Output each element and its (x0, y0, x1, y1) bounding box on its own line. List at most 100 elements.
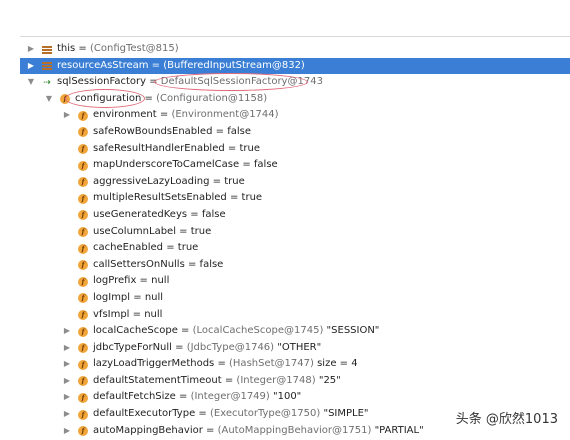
expand-arrow-icon[interactable]: ▶ (26, 58, 36, 75)
variable-value: (Integer@1749) (190, 391, 270, 403)
variable-value: null (144, 308, 163, 320)
variable-name: safeResultHandlerEnabled (93, 142, 225, 154)
equals-sign: = (163, 242, 178, 254)
variable-value: (ExecutorType@1750) (209, 408, 321, 420)
variable-name: vfsImpl (93, 308, 130, 320)
field-icon: f (78, 293, 88, 304)
tree-row[interactable]: ▶ f defaultStatementTimeout = (Integer@174… (20, 373, 570, 390)
expand-arrow-icon[interactable]: ▶ (62, 323, 72, 340)
field-icon: f (78, 260, 88, 271)
tree-row[interactable]: f mapUnderscoreToCamelCase = false (20, 157, 570, 174)
tree-row[interactable]: ▶ resourceAsStream = (BufferedInputStream… (20, 57, 570, 75)
watermark: 头条 @欣然1013 (455, 412, 558, 427)
variable-name: this (57, 43, 76, 54)
collapse-arrow-icon[interactable]: ▼ (26, 74, 36, 91)
expand-arrow-icon[interactable]: ▶ (62, 107, 72, 124)
variable-entry: this = (ConfigTest@815) (57, 41, 179, 58)
tree-row[interactable]: ▼ ⇢ sqlSessionFactory = DefaultSqlSessionF… (20, 74, 570, 91)
expand-arrow-icon[interactable]: ▶ (62, 356, 72, 373)
variable-entry: lazyLoadTriggerMethods = (HashSet@1747) … (93, 356, 358, 373)
equals-sign: = (195, 408, 210, 420)
variable-value: true (224, 175, 245, 187)
variable-name: multipleResultSetsEnabled (93, 192, 227, 204)
field-icon: f (78, 144, 88, 155)
tree-row[interactable]: f callSettersOnNulls = false (20, 257, 570, 274)
tree-row[interactable]: ▶ f lazyLoadTriggerMethods = (HashSet@1747… (20, 356, 570, 373)
expand-arrow-icon[interactable]: ▶ (62, 406, 72, 423)
expand-arrow-icon[interactable]: ▶ (62, 373, 72, 390)
variable-name: cacheEnabled (93, 242, 164, 254)
field-icon: f (78, 227, 88, 238)
variable-entry: autoMappingBehavior = (AutoMappingBehavi… (93, 423, 424, 440)
variable-entry: safeResultHandlerEnabled = true (93, 141, 260, 158)
stack-icon (42, 45, 52, 55)
variable-value: (JdbcType@1746) (186, 341, 275, 353)
tree-row[interactable]: f safeRowBoundsEnabled = false (20, 124, 570, 141)
variable-entry: localCacheScope = (LocalCacheScope@1745)… (93, 323, 379, 340)
tree-row[interactable]: f safeResultHandlerEnabled = true (20, 141, 570, 158)
tree-row[interactable]: f multipleResultSetsEnabled = true (20, 190, 570, 207)
collapse-arrow-icon[interactable]: ▼ (44, 91, 54, 108)
variable-value: (BufferedInputStream@832) (163, 59, 305, 71)
variable-entry: defaultExecutorType = (ExecutorType@1750… (93, 406, 369, 423)
expand-arrow-icon[interactable]: ▶ (62, 423, 72, 440)
variable-entry: aggressiveLazyLoading = true (93, 174, 245, 191)
equals-sign: = (202, 424, 218, 436)
tree-row[interactable]: ▼ f configuration = (Configuration@1158) (20, 91, 570, 108)
variable-entry: useGeneratedKeys = false (93, 207, 226, 224)
variable-name: sqlSessionFactory (57, 76, 147, 88)
variable-value: null (151, 275, 170, 287)
tree-row[interactable]: f logPrefix = null (20, 273, 570, 290)
tree-row[interactable]: f useGeneratedKeys = false (20, 207, 570, 224)
variable-name: autoMappingBehavior (93, 424, 203, 436)
variable-name: defaultFetchSize (93, 391, 176, 403)
variable-value: true (177, 242, 199, 254)
variable-name: configuration (75, 92, 142, 104)
variable-string-value: "SIMPLE" (323, 408, 369, 420)
equals-sign: = (226, 192, 242, 204)
tree-row[interactable]: f useColumnLabel = true (20, 224, 570, 241)
stack-icon (42, 61, 52, 71)
equals-sign: = (129, 308, 145, 320)
variable-string-value: "SESSION" (326, 325, 380, 337)
tree-row[interactable]: ▶ f jdbcTypeForNull = (JdbcType@1746) "OTH… (20, 340, 570, 357)
variable-value: true (239, 142, 260, 154)
variable-entry: sqlSessionFactory = DefaultSqlSessionFac… (57, 74, 323, 91)
equals-sign: = (75, 43, 90, 54)
static-field-icon: ⇢ (43, 77, 51, 88)
tree-row[interactable]: f logImpl = null (20, 290, 570, 307)
field-icon: f (78, 426, 88, 437)
equals-sign: = (171, 341, 187, 353)
expand-arrow-icon[interactable]: ▶ (26, 41, 36, 58)
variable-entry: callSettersOnNulls = false (93, 257, 223, 274)
variable-name: defaultStatementTimeout (93, 374, 222, 386)
variable-name: logPrefix (93, 275, 137, 287)
tree-row[interactable]: ▶ this = (ConfigTest@815) (20, 41, 570, 58)
equals-sign: = (212, 125, 228, 137)
tree-row[interactable]: f aggressiveLazyLoading = true (20, 174, 570, 191)
field-icon: f (78, 392, 88, 403)
expand-arrow-icon[interactable]: ▶ (62, 340, 72, 357)
variable-name: resourceAsStream (57, 59, 149, 71)
variable-name: localCacheScope (93, 325, 178, 337)
variable-value: false (199, 258, 224, 270)
equals-sign: = (146, 76, 161, 88)
tree-row[interactable]: f cacheEnabled = true (20, 240, 570, 257)
equals-sign: = (224, 142, 240, 154)
variable-string-value: "100" (273, 391, 302, 403)
variable-entry: defaultFetchSize = (Integer@1749) "100" (93, 389, 301, 406)
variable-name: lazyLoadTriggerMethods (93, 358, 215, 370)
equals-sign: = (175, 225, 191, 237)
equals-sign: = (221, 374, 237, 386)
variable-entry: cacheEnabled = true (93, 240, 198, 257)
tree-row[interactable]: f vfsImpl = null (20, 307, 570, 324)
variable-name: useGeneratedKeys (93, 208, 188, 220)
field-icon: f (78, 110, 88, 121)
expand-arrow-icon[interactable]: ▶ (62, 389, 72, 406)
tree-row[interactable]: ▶ f defaultFetchSize = (Integer@1749) "100… (20, 389, 570, 406)
final-field-icon: f (60, 94, 70, 105)
variable-name: defaultExecutorType (93, 408, 196, 420)
tree-row[interactable]: ▶ f localCacheScope = (LocalCacheScope@174… (20, 323, 570, 340)
variable-entry: resourceAsStream = (BufferedInputStream@… (57, 58, 305, 75)
tree-row[interactable]: ▶ f environment = (Environment@1744) (20, 107, 570, 124)
